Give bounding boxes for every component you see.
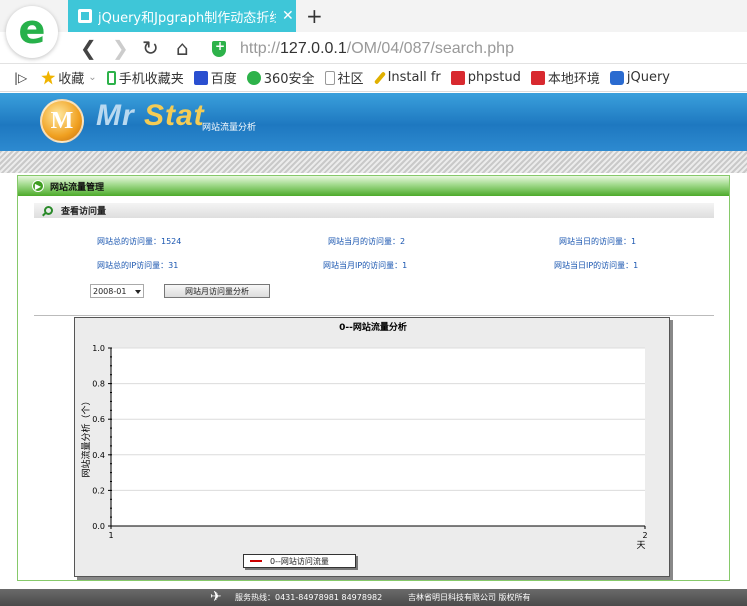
footer-hotline: 服务热线：0431-84978981 84978982	[235, 593, 383, 602]
y-tick-label: 0.0	[92, 522, 105, 531]
browser-tab[interactable]: jQuery和Jpgraph制作动态折线图 ✕	[68, 0, 296, 32]
bookmark-phpstudy[interactable]: phpstud	[450, 70, 521, 85]
decorative-stripe	[0, 151, 747, 173]
wand-icon	[373, 70, 386, 85]
bookmark-mobile[interactable]: 手机收藏夹	[106, 68, 184, 87]
stat-total-visits: 网站总的访问量：1524	[97, 237, 182, 246]
browser-logo-icon[interactable]: e	[6, 6, 58, 58]
tab-title: jQuery和Jpgraph制作动态折线图	[98, 10, 276, 26]
month-select[interactable]: 2008-01	[90, 284, 144, 298]
bookmark-360[interactable]: 360安全	[246, 68, 315, 87]
url-text[interactable]: http://127.0.0.1/OM/04/087/search.php	[240, 40, 514, 58]
stat-month-ip: 网站当月IP的访问量：1	[323, 261, 408, 270]
x-axis-label: 天	[636, 541, 645, 551]
arrow-right-icon: ▶	[32, 180, 44, 192]
jquery-icon	[609, 70, 624, 85]
bookmark-install[interactable]: Install fr	[373, 70, 441, 85]
site-footer: ✈ 服务热线：0431-84978981 84978982 吉林省明日科技有限公…	[0, 589, 747, 606]
x-tick-label: 1	[108, 531, 113, 540]
bookmark-community[interactable]: 社区	[324, 68, 364, 87]
tab-close-icon[interactable]: ✕	[282, 8, 294, 24]
y-axis-label: 网站流量分析（个）	[80, 396, 92, 477]
panel-title: 网站流量管理	[50, 182, 105, 193]
bookmarks-bar: |▷ 收藏 ⌄ 手机收藏夹 百度 360安全 社区 Install fr phps…	[0, 64, 747, 92]
forward-icon[interactable]: ❯	[112, 36, 129, 60]
y-tick-label: 0.6	[92, 415, 105, 424]
divider	[34, 315, 714, 316]
bookmark-jquery[interactable]: jQuery	[609, 70, 670, 85]
bookmark-local-env[interactable]: 本地环境	[530, 68, 600, 87]
x-tick-label: 2	[642, 531, 647, 540]
sidebar-toggle-icon[interactable]: |▷	[14, 71, 27, 85]
stat-day-visits: 网站当日的访问量：1	[559, 237, 637, 246]
phpstudy-icon	[450, 70, 465, 85]
browser-toolbar: ❮ ❯ ↻ ⌂ http://127.0.0.1/OM/04/087/searc…	[0, 32, 747, 64]
bookmark-favorites[interactable]: 收藏 ⌄	[41, 68, 97, 87]
security-shield-icon	[212, 39, 226, 57]
chevron-down-icon	[135, 290, 141, 294]
star-icon	[41, 70, 56, 85]
legend-swatch	[250, 560, 262, 562]
360-icon	[246, 70, 261, 85]
new-tab-icon[interactable]: +	[306, 4, 323, 28]
y-tick-label: 1.0	[92, 344, 105, 353]
site-brand: Mr Stat	[96, 99, 205, 132]
stat-day-ip: 网站当日IP的访问量：1	[554, 261, 639, 270]
footer-company: 吉林省明日科技有限公司 版权所有	[408, 593, 531, 602]
y-tick-label: 0.4	[92, 451, 105, 460]
bookmark-baidu[interactable]: 百度	[193, 68, 237, 87]
section-title: 查看访问量	[61, 207, 107, 217]
paper-plane-icon: ✈	[210, 589, 222, 605]
site-subtitle: 网站流量分析	[202, 123, 257, 133]
search-icon	[44, 206, 53, 215]
chart-legend: 0--网站访问流量	[243, 554, 356, 568]
mrstat-logo-icon: M	[40, 99, 84, 143]
browser-tab-bar: jQuery和Jpgraph制作动态折线图 ✕ +	[0, 0, 747, 32]
plot-area	[111, 348, 645, 526]
back-icon[interactable]: ❮	[80, 36, 97, 60]
chart-svg: 0.0 0.2 0.4 0.6 0.8 1.0 1 2 0--网站流量分析网站流量分析（个） 天	[80, 321, 648, 551]
y-tick-label: 0.8	[92, 380, 105, 389]
page-favicon-icon	[78, 9, 92, 23]
home-icon[interactable]: ⌂	[176, 36, 189, 60]
baidu-paw-icon	[193, 70, 208, 85]
chevron-down-icon: ⌄	[88, 72, 97, 83]
y-tick-label: 0.2	[92, 486, 105, 495]
address-bar[interactable]: http://127.0.0.1/OM/04/087/search.php	[212, 38, 732, 60]
phone-icon	[106, 70, 116, 85]
stat-month-visits: 网站当月的访问量：2	[328, 237, 406, 246]
reload-icon[interactable]: ↻	[142, 36, 159, 60]
stat-total-ip: 网站总的IP访问量：31	[97, 261, 179, 270]
page-icon	[324, 70, 335, 85]
section-header: 查看访问量	[34, 203, 714, 218]
local-env-icon	[530, 70, 545, 85]
chart-title: 0--网站流量分析	[339, 321, 407, 333]
legend-label: 0--网站访问流量	[270, 556, 329, 566]
traffic-chart: 0.0 0.2 0.4 0.6 0.8 1.0 1 2 0--网站流量分析网站流量分析（个） 天	[74, 317, 670, 577]
panel-header: ▶ 网站流量管理	[18, 176, 729, 196]
site-banner: M Mr Stat 网站流量分析	[0, 93, 747, 151]
analyze-month-button[interactable]: 网站月访问量分析	[164, 284, 270, 298]
